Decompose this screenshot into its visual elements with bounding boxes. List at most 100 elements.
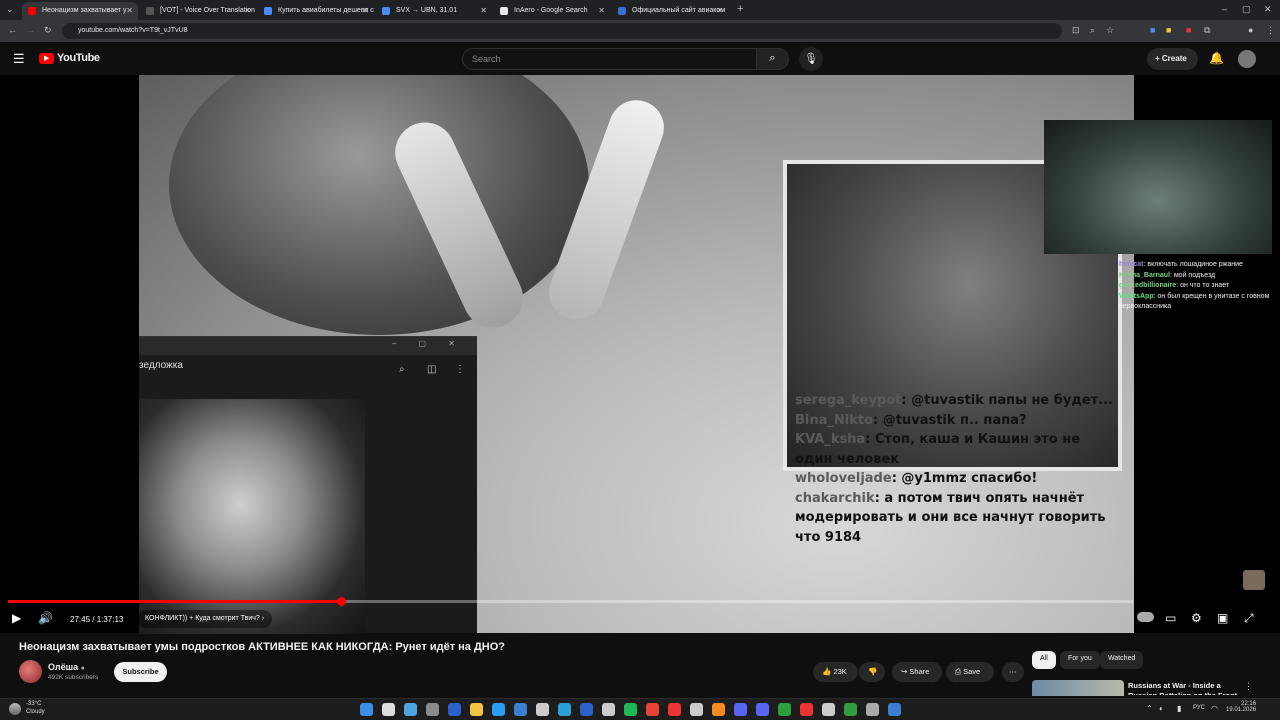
filter-chip[interactable]: All [1032, 651, 1056, 669]
browser-tab[interactable]: SVX → UBN, 31.01 ✕ [376, 2, 492, 20]
more-actions-button[interactable]: ⋯ [1002, 662, 1024, 682]
taskbar-app-icon[interactable] [888, 703, 901, 716]
new-tab-icon[interactable]: + [737, 3, 743, 15]
volume-icon[interactable]: 🔊 [38, 611, 53, 625]
notifications-bell-icon[interactable]: 🔔 [1209, 51, 1224, 65]
progress-scrubber[interactable] [337, 597, 346, 606]
forward-icon[interactable]: → [26, 25, 35, 35]
recommended-title[interactable]: Russians at War - Inside a Russian Batta… [1128, 681, 1238, 695]
thumbs-down-icon: 👎 [868, 667, 878, 676]
youtube-logo-text[interactable]: YouTube [57, 52, 100, 64]
tray-icon[interactable]: ▮ [1177, 704, 1181, 713]
chat-text: : он что то знает [1176, 282, 1230, 289]
start-windows-icon[interactable] [360, 703, 373, 716]
hamburger-menu-icon[interactable]: ☰ [13, 51, 25, 67]
taskbar-app-icon[interactable] [668, 703, 681, 716]
recommended-thumbnail[interactable] [1032, 680, 1124, 696]
taskbar-app-icon[interactable] [580, 703, 593, 716]
taskbar-app-icon[interactable] [844, 703, 857, 716]
taskbar-app-icon[interactable] [734, 703, 747, 716]
tab-close-icon[interactable]: ✕ [126, 6, 133, 15]
extensions-puzzle-icon[interactable]: ⧉ [1204, 25, 1210, 36]
back-icon[interactable]: ← [8, 25, 17, 35]
subtitles-icon[interactable]: ▭ [1165, 611, 1176, 625]
taskbar-app-icon[interactable] [690, 703, 703, 716]
search-input[interactable]: Search [462, 48, 757, 70]
browser-tab[interactable]: Официальный сайт авиаком ✕ [612, 2, 728, 20]
minimize-icon[interactable]: – [1222, 4, 1227, 14]
reload-icon[interactable]: ↻ [44, 25, 52, 36]
dislike-button[interactable]: 👎 [859, 662, 885, 682]
more-dots-icon[interactable]: ⋮ [1244, 681, 1253, 692]
language-indicator[interactable]: РУС [1193, 705, 1205, 711]
account-avatar[interactable] [1238, 50, 1256, 68]
browser-tab[interactable]: InAero - Google Search ✕ [494, 2, 610, 20]
tray-chevron-icon[interactable]: ⌃ [1146, 704, 1153, 713]
menu-dots-icon[interactable]: ⋮ [1266, 25, 1275, 36]
tab-close-icon[interactable]: ✕ [598, 6, 605, 15]
save-button[interactable]: ⎙ Save [946, 662, 994, 682]
wifi-icon[interactable]: ◠ [1211, 704, 1218, 713]
taskbar-app-icon[interactable] [492, 703, 505, 716]
system-clock[interactable]: 22:16 19.01.2026 [1226, 701, 1256, 713]
extension-icon[interactable]: ■ [1166, 25, 1171, 35]
extension-icon[interactable]: ■ [1186, 25, 1191, 35]
settings-gear-icon[interactable]: ⚙ [1191, 611, 1202, 625]
tab-close-icon[interactable]: ✕ [716, 6, 723, 15]
taskbar-app-icon[interactable] [866, 703, 879, 716]
chapter-button[interactable]: КОНФЛИКТ)) + Куда смотрит Твич? › [137, 610, 273, 628]
share-button[interactable]: ↪ Share [892, 662, 942, 682]
miniplayer-icon[interactable]: ▣ [1217, 611, 1228, 625]
taskbar-app-icon[interactable] [448, 703, 461, 716]
fullscreen-icon[interactable]: ⤢ [1244, 611, 1254, 626]
subscriber-count: 492K subscribers [48, 674, 99, 681]
stream-chat-overlay: serega_keypot: @tuvastik папы не будет..… [795, 391, 1115, 547]
taskbar-app-icon[interactable] [558, 703, 571, 716]
voice-search-button[interactable]: 🎙 [799, 47, 823, 71]
taskbar-app-icon[interactable] [800, 703, 813, 716]
browser-tab[interactable]: Неонацизм захватывает у ✕ [22, 2, 138, 20]
weather-cloud-icon[interactable] [9, 703, 21, 715]
maximize-icon[interactable]: ▢ [1242, 4, 1251, 15]
create-button[interactable]: + Create [1147, 48, 1198, 70]
taskbar-app-icon[interactable] [470, 703, 483, 716]
like-button[interactable]: 👍 23K [813, 662, 858, 682]
channel-avatar[interactable] [19, 660, 42, 683]
taskbar-search-icon[interactable] [382, 703, 395, 716]
close-window-icon[interactable]: ✕ [1264, 4, 1272, 15]
taskbar-app-icon[interactable] [426, 703, 439, 716]
tab-search-icon[interactable]: ⌄ [6, 4, 14, 15]
extension-icon[interactable]: ■ [1150, 25, 1155, 35]
browser-tab[interactable]: Купить авиабилеты дешево с ✕ [258, 2, 374, 20]
taskbar-app-icon[interactable] [602, 703, 615, 716]
channel-name[interactable]: Олёша ● [48, 662, 85, 672]
tab-close-icon[interactable]: ✕ [480, 6, 487, 15]
install-icon[interactable]: ⊡ [1072, 25, 1080, 36]
taskbar-app-icon[interactable] [404, 703, 417, 716]
bookmark-star-icon[interactable]: ☆ [1106, 25, 1114, 36]
taskbar-app-icon[interactable] [536, 703, 549, 716]
taskbar-app-icon[interactable] [624, 703, 637, 716]
taskbar-app-icon[interactable] [712, 703, 725, 716]
taskbar-app-icon[interactable] [778, 703, 791, 716]
subscribe-button[interactable]: Subscribe [114, 662, 167, 682]
taskbar-app-icon[interactable] [646, 703, 659, 716]
tab-close-icon[interactable]: ✕ [362, 6, 369, 15]
zoom-icon[interactable]: ⌕ [1090, 25, 1095, 36]
tab-close-icon[interactable]: ✕ [244, 6, 251, 15]
search-button[interactable]: ⌕ [757, 48, 789, 70]
taskbar-app-icon[interactable] [514, 703, 527, 716]
browser-tab[interactable]: [VOT] - Voice Over Translation ✕ [140, 2, 256, 20]
video-player[interactable]: – ▢ ✕ зедложка ⌕ ◫ ⋮ himicat: включать л… [0, 75, 1280, 634]
taskbar-app-icon[interactable] [822, 703, 835, 716]
url-field[interactable]: youtube.com/watch?v=T9t_vJTvU8 [62, 23, 1062, 39]
filter-chip[interactable]: For you [1060, 651, 1100, 669]
tray-icon[interactable]: ◐ [1159, 704, 1164, 713]
play-button-icon[interactable]: ▶ [12, 611, 21, 625]
overlay-window-titlebar: – ▢ ✕ [139, 337, 477, 355]
profile-avatar-icon[interactable]: ● [1248, 25, 1253, 35]
filter-chip[interactable]: Watched [1100, 651, 1144, 669]
taskbar-app-icon[interactable] [756, 703, 769, 716]
autoplay-toggle[interactable] [1137, 612, 1154, 622]
channel-watermark[interactable] [1243, 570, 1265, 590]
